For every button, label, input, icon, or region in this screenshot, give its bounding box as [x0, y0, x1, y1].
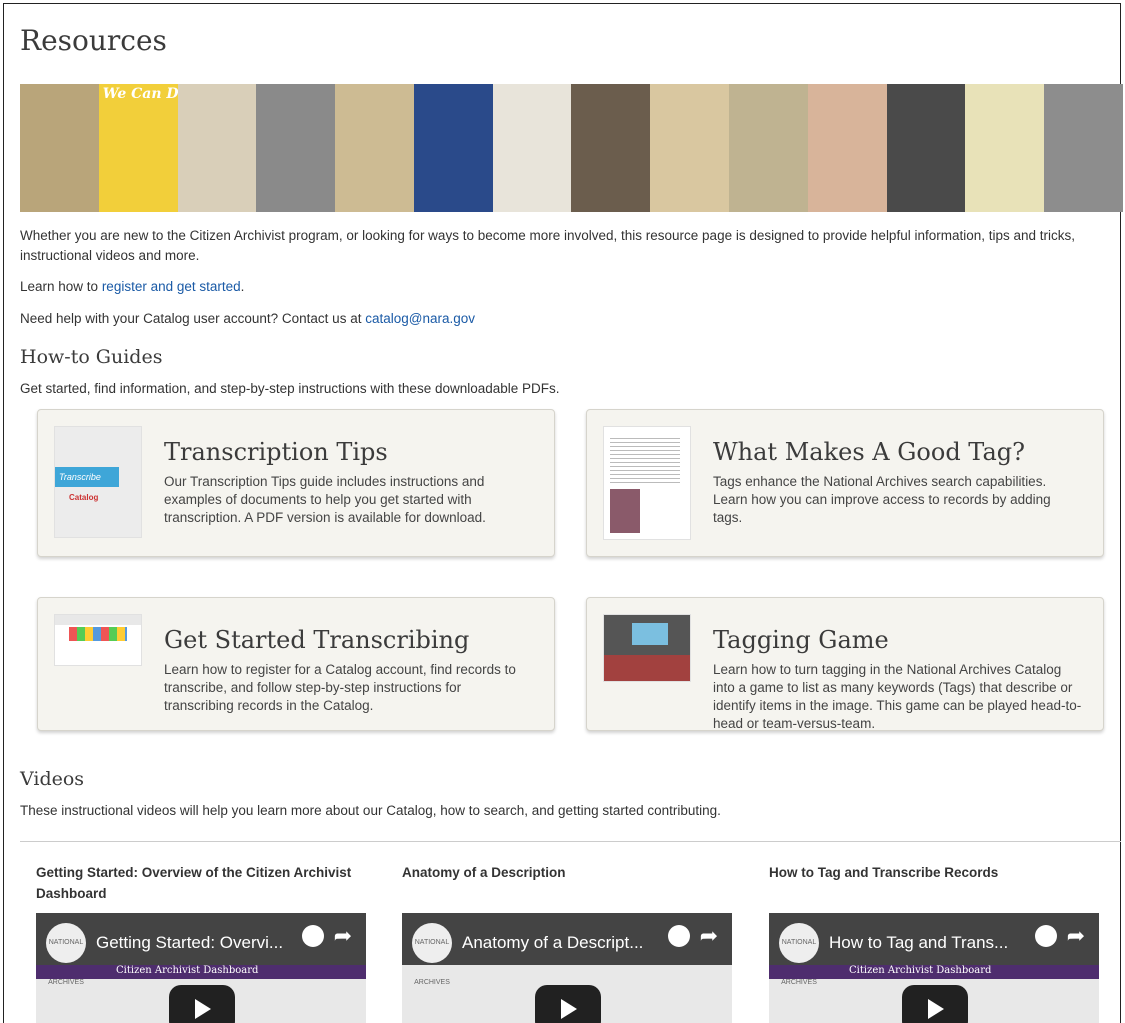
thumb-tiles: [69, 627, 127, 641]
guides-subtitle: Get started, find information, and step-…: [20, 381, 560, 396]
email-link[interactable]: catalog@nara.gov: [365, 311, 475, 326]
card-title[interactable]: Tagging Game: [713, 626, 889, 654]
register-link[interactable]: register and get started: [102, 279, 241, 294]
guides-heading: How-to Guides: [20, 346, 163, 368]
video-title[interactable]: How to Tag and Transcribe Records: [769, 862, 1109, 883]
thumb-header: [55, 615, 141, 625]
intro-text: Whether you are new to the Citizen Archi…: [20, 228, 1076, 263]
guide-card-tagging-game[interactable]: Tagging Game Learn how to turn tagging i…: [586, 597, 1104, 731]
archives-logo-icon: NATIONAL ARCHIVES: [779, 923, 819, 986]
thumb-sub: Catalog: [69, 493, 99, 502]
share-icon[interactable]: ➦: [1067, 923, 1085, 949]
guide-card-get-started[interactable]: Get Started Transcribing Learn how to re…: [37, 597, 555, 731]
banner-image-tile: [177, 84, 257, 212]
banner-image-tile: [807, 84, 887, 212]
card-description: Learn how to register for a Catalog acco…: [164, 662, 516, 713]
help-prefix: Need help with your Catalog user account…: [20, 311, 366, 326]
banner-image-tile: [650, 84, 730, 212]
video-frame-bar: Citizen Archivist Dashboard: [769, 965, 1099, 979]
video-overlay-title: How to Tag and Trans...: [829, 933, 1009, 952]
video-player-getting-started[interactable]: Citizen Archivist Dashboard NATIONAL ARC…: [36, 913, 366, 1023]
good-tag-thumbnail: [603, 426, 691, 540]
watch-later-icon[interactable]: [302, 925, 324, 947]
thumb-audience: [604, 655, 690, 681]
help-line: Need help with your Catalog user account…: [20, 309, 1115, 329]
videos-subtitle: These instructional videos will help you…: [20, 803, 721, 818]
banner-image-tile: [886, 84, 966, 212]
banner-image-tile: [20, 84, 99, 212]
tagging-game-thumbnail: [603, 614, 691, 682]
play-button[interactable]: [535, 985, 601, 1023]
video-overlay-title: Getting Started: Overvi...: [96, 933, 284, 952]
get-started-thumbnail: [54, 614, 142, 666]
guide-card-good-tag[interactable]: What Makes A Good Tag? Tags enhance the …: [586, 409, 1104, 557]
section-divider: [20, 841, 1121, 842]
archives-logo-icon: NATIONAL ARCHIVES: [412, 923, 452, 986]
card-description: Tags enhance the National Archives searc…: [713, 474, 1051, 525]
banner-image-tile: [1044, 84, 1123, 212]
card-description: Our Transcription Tips guide includes in…: [164, 474, 486, 525]
video-title[interactable]: Getting Started: Overview of the Citizen…: [36, 862, 381, 904]
banner-image-tile: [413, 84, 493, 212]
watch-later-icon[interactable]: [1035, 925, 1057, 947]
learn-line: Learn how to register and get started.: [20, 277, 1115, 297]
banner-image-tile: [965, 84, 1045, 212]
learn-prefix: Learn how to: [20, 279, 102, 294]
play-button[interactable]: [902, 985, 968, 1023]
video-frame-bar: Citizen Archivist Dashboard: [36, 965, 366, 979]
videos-heading: Videos: [20, 768, 85, 790]
banner-image-tile: [492, 84, 572, 212]
banner-image-tile: [571, 84, 651, 212]
share-icon[interactable]: ➦: [700, 923, 718, 949]
share-icon[interactable]: ➦: [334, 923, 352, 949]
thumb-label: Transcribe: [55, 467, 119, 487]
thumb-screen: [632, 623, 668, 645]
archives-logo-icon: NATIONAL ARCHIVES: [46, 923, 86, 986]
card-description: Learn how to turn tagging in the Nationa…: [713, 662, 1082, 731]
thumb-text-lines: [610, 435, 680, 485]
video-player-anatomy[interactable]: NATIONAL ARCHIVES Anatomy of a Descript.…: [402, 913, 732, 1023]
card-title[interactable]: What Makes A Good Tag?: [713, 438, 1025, 466]
thumb-photo: [610, 489, 640, 533]
video-frame-bar-text: Citizen Archivist Dashboard: [849, 965, 992, 976]
video-frame-bar-text: Citizen Archivist Dashboard: [116, 965, 259, 976]
video-title[interactable]: Anatomy of a Description: [402, 862, 742, 883]
transcription-tips-thumbnail: Transcribe Catalog: [54, 426, 142, 538]
banner-image-tile: [729, 84, 808, 212]
card-title[interactable]: Transcription Tips: [164, 438, 388, 466]
learn-suffix: .: [240, 279, 245, 294]
watch-later-icon[interactable]: [668, 925, 690, 947]
card-title[interactable]: Get Started Transcribing: [164, 626, 469, 654]
guide-card-transcription-tips[interactable]: Transcribe Catalog Transcription Tips Ou…: [37, 409, 555, 557]
banner-image-tile: [256, 84, 336, 212]
banner-image-tile: [335, 84, 414, 212]
page-title: Resources: [20, 24, 167, 57]
play-button[interactable]: [169, 985, 235, 1023]
video-player-tag-transcribe[interactable]: Citizen Archivist Dashboard NATIONAL ARC…: [769, 913, 1099, 1023]
banner-collage: We Can Do It!: [20, 84, 1123, 212]
banner-image-tile: We Can Do It!: [98, 84, 212, 212]
video-overlay-title: Anatomy of a Descript...: [462, 933, 644, 952]
